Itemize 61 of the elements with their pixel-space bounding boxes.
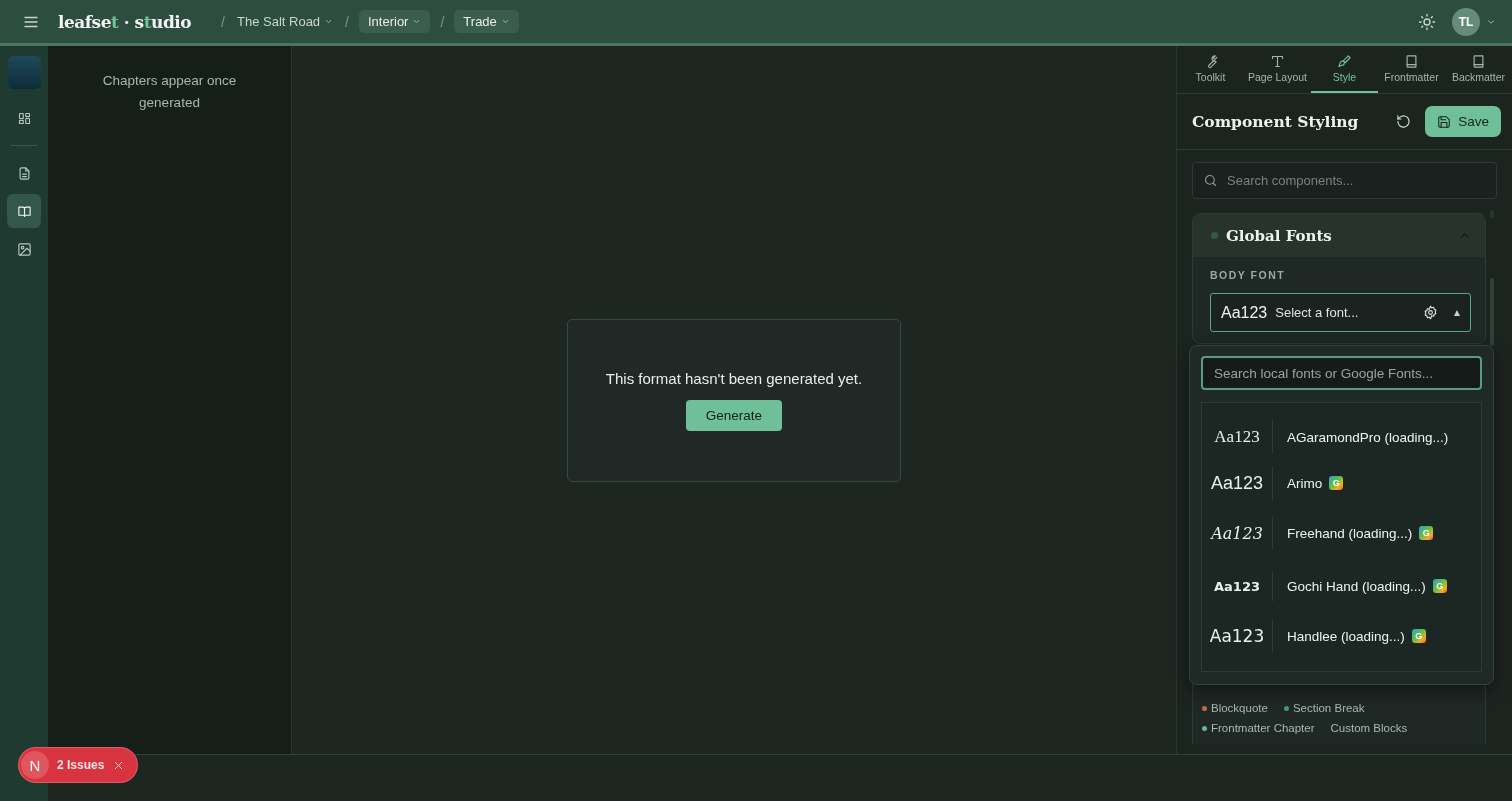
breadcrumb-separator: / bbox=[345, 13, 349, 30]
reset-icon[interactable] bbox=[1396, 114, 1412, 129]
google-font-badge: G bbox=[1419, 526, 1434, 540]
font-select[interactable]: Aa123 Select a font... bbox=[1210, 293, 1471, 332]
font-preview: Aa123 bbox=[1202, 465, 1273, 501]
font-option[interactable]: Aa123 AGaramondPro (loading...) bbox=[1202, 417, 1481, 457]
issues-avatar: N bbox=[21, 751, 49, 779]
breadcrumb-separator: / bbox=[221, 13, 225, 30]
generate-button[interactable]: Generate bbox=[685, 399, 783, 431]
book-cover-thumbnail[interactable] bbox=[7, 56, 41, 89]
panel-tab[interactable]: Page Layout bbox=[1244, 46, 1311, 93]
rail-button[interactable] bbox=[7, 194, 41, 228]
text-icon bbox=[1270, 54, 1285, 69]
book-icon bbox=[16, 203, 32, 219]
panel-title: Component Styling bbox=[1192, 112, 1360, 131]
font-preview: Aa123 bbox=[1202, 420, 1273, 454]
search-icon bbox=[1203, 173, 1218, 188]
grid-icon bbox=[16, 110, 32, 126]
panel-tab[interactable]: Style bbox=[1311, 46, 1378, 93]
panel-tab[interactable]: Frontmatter bbox=[1378, 46, 1445, 93]
component-link[interactable]: Frontmatter Chapter bbox=[1211, 722, 1315, 734]
font-search-field[interactable]: Search local fonts or Google Fonts... bbox=[1201, 356, 1482, 390]
panel-tab[interactable]: Toolkit bbox=[1177, 46, 1244, 93]
gear-icon bbox=[1423, 305, 1438, 320]
empty-chapters-text: Chapters appear once generated bbox=[101, 72, 238, 112]
breadcrumb-separator: / bbox=[440, 13, 445, 30]
image-icon bbox=[16, 241, 32, 257]
component-search-field[interactable]: Search components... bbox=[1192, 162, 1497, 199]
save-button[interactable]: Save bbox=[1425, 106, 1501, 137]
google-font-badge: G bbox=[1432, 579, 1447, 593]
breadcrumb-dropdown[interactable]: The Salt Road bbox=[235, 10, 336, 33]
book-icon bbox=[1471, 54, 1486, 69]
sun-icon bbox=[1418, 12, 1436, 31]
font-option[interactable]: Aa123 Handlee (loading...) G bbox=[1202, 615, 1481, 657]
breadcrumb-dropdown[interactable]: Trade bbox=[454, 10, 519, 33]
chevron-down-icon bbox=[412, 17, 422, 26]
section-dot bbox=[1211, 232, 1218, 239]
user-avatar[interactable]: TL bbox=[1452, 7, 1480, 36]
document-icon bbox=[16, 165, 32, 181]
brush-icon bbox=[1337, 54, 1352, 69]
component-link[interactable]: Section Break bbox=[1292, 702, 1365, 714]
google-font-badge: G bbox=[1329, 476, 1344, 490]
font-option[interactable]: Aa123 Freehand (loading...) G bbox=[1202, 509, 1481, 557]
empty-state-message: This format hasn't been generated yet. bbox=[605, 369, 863, 387]
section-header[interactable]: Global Fonts bbox=[1193, 214, 1485, 257]
font-preview: Aa123 bbox=[1202, 619, 1273, 653]
app-logo: leafset · studio bbox=[58, 11, 192, 32]
chevron-down-icon bbox=[500, 17, 510, 26]
font-preview: Aa123 bbox=[1202, 571, 1273, 601]
font-option[interactable]: Aa123 Arimo G bbox=[1202, 463, 1481, 503]
google-font-badge: G bbox=[1411, 629, 1426, 643]
component-link[interactable]: Blockquote bbox=[1211, 702, 1268, 714]
breadcrumb-dropdown[interactable]: Interior bbox=[359, 10, 431, 33]
component-link[interactable]: Custom Blocks bbox=[1330, 722, 1408, 734]
font-preview: Aa123 bbox=[1202, 516, 1273, 550]
issues-badge[interactable]: N 2 Issues bbox=[19, 748, 138, 782]
field-label: BODY FONT bbox=[1210, 269, 1287, 281]
chevron-down-icon bbox=[324, 17, 334, 26]
font-option[interactable]: Aa123 Gochi Hand (loading...) G bbox=[1202, 563, 1481, 609]
panel-tab[interactable]: Backmatter bbox=[1445, 46, 1512, 93]
book-icon bbox=[1404, 54, 1419, 69]
